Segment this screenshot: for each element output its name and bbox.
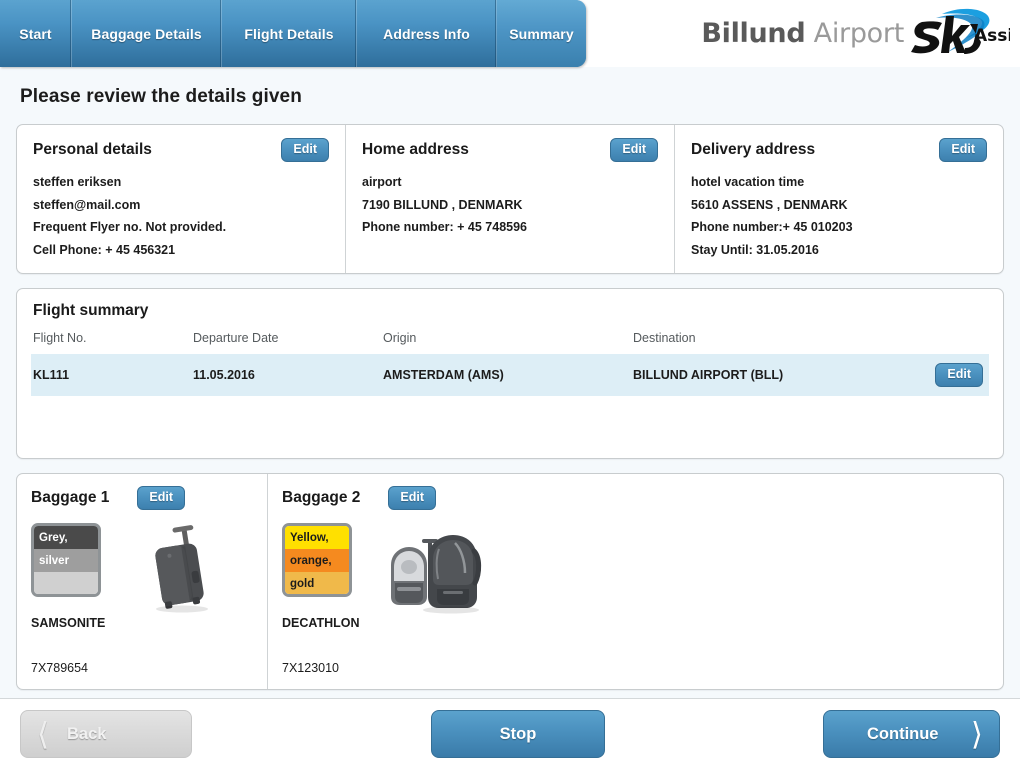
tab-summary-label: Summary — [509, 25, 574, 42]
edit-baggage-1-button[interactable]: Edit — [137, 486, 185, 511]
tab-start-label: Start — [19, 25, 52, 42]
flight-table-spacer — [31, 396, 989, 444]
baggage-1-image — [111, 523, 253, 615]
edit-home-address-button[interactable]: Edit — [610, 138, 658, 163]
baggage-2-color-swatch: Yellow, orange, gold — [282, 523, 352, 598]
summary-page: Start Baggage Details Flight Details Add… — [0, 0, 1020, 767]
brand-name-bold: Billund — [701, 18, 806, 49]
column-actions — [909, 331, 989, 354]
baggage-empty-area — [517, 474, 1003, 689]
chevron-left-icon: ⟨ — [37, 716, 50, 752]
baggage-1-header: Baggage 1 Edit — [31, 486, 253, 511]
chevron-right-icon: ⟩ — [970, 716, 983, 752]
stop-button-label: Stop — [499, 724, 537, 743]
details-card: Personal details Edit steffen eriksen st… — [16, 124, 1004, 275]
personal-details-header: Personal details Edit — [33, 138, 329, 163]
flight-summary-card: Flight summary Flight No. Departure Date… — [16, 288, 1004, 460]
color-band-3 — [34, 571, 98, 595]
tab-summary[interactable]: Summary — [497, 0, 586, 67]
tab-baggage-details-label: Baggage Details — [91, 25, 202, 42]
cell-flight-no: KL111 — [31, 354, 191, 397]
baggage-1-brand: SAMSONITE — [31, 616, 106, 631]
continue-button-label: Continue — [867, 724, 939, 743]
delivery-address-stay-until: Stay Until: 31.05.2016 — [691, 242, 819, 257]
baggage-card: Baggage 1 Edit Grey, silver SAMSONITE 7X… — [16, 473, 1004, 691]
backpack-icon — [390, 535, 481, 614]
color-band-1: Yellow, — [285, 526, 349, 550]
delivery-address-section: Delivery address Edit hotel vacation tim… — [674, 125, 1003, 274]
personal-cell-phone: Cell Phone: + 45 456321 — [33, 242, 176, 257]
delivery-address-place: hotel vacation time — [691, 175, 805, 190]
baggage-2-body: Yellow, orange, gold — [282, 523, 503, 619]
baggage-item-1: Baggage 1 Edit Grey, silver SAMSONITE 7X… — [17, 474, 267, 689]
wizard-footer: ⟨ Back Stop Continue ⟩ — [0, 698, 1020, 767]
cell-destination: BILLUND AIRPORT (BLL) — [631, 354, 909, 397]
home-address-header: Home address Edit — [362, 138, 658, 163]
tab-baggage-details[interactable]: Baggage Details — [72, 0, 222, 67]
table-row[interactable]: KL111 11.05.2016 AMSTERDAM (AMS) BILLUND… — [31, 354, 989, 397]
baggage-2-title: Baggage 2 — [282, 489, 361, 507]
flight-summary-table: Flight No. Departure Date Origin Destina… — [31, 331, 989, 397]
baggage-2-tag: 7X123010 — [282, 661, 340, 676]
tab-address-info-label: Address Info — [383, 25, 470, 42]
delivery-address-header: Delivery address Edit — [691, 138, 987, 163]
edit-delivery-address-button[interactable]: Edit — [939, 138, 987, 163]
personal-frequent-flyer: Frequent Flyer no. Not provided. — [33, 220, 227, 235]
wizard-tabbar: Start Baggage Details Flight Details Add… — [0, 0, 586, 67]
color-band-2: silver — [34, 549, 98, 572]
delivery-address-city: 5610 ASSENS , DENMARK — [691, 197, 848, 212]
back-button[interactable]: ⟨ Back — [20, 710, 192, 758]
delivery-address-title: Delivery address — [691, 141, 816, 159]
cell-actions: Edit — [909, 354, 989, 397]
baggage-2-header: Baggage 2 Edit — [282, 486, 503, 511]
stop-button[interactable]: Stop — [431, 710, 605, 758]
skyassist-assist-text: Assist — [974, 26, 1010, 46]
tab-address-info[interactable]: Address Info — [357, 0, 497, 67]
baggage-2-image — [362, 523, 503, 615]
column-destination: Destination — [633, 331, 696, 346]
personal-name: steffen eriksen — [33, 175, 122, 190]
baggage-2-brand: DECATHLON — [282, 616, 360, 631]
skyassist-logo-icon: Assist — [911, 8, 1010, 54]
baggage-1-title: Baggage 1 — [31, 489, 110, 507]
home-address-phone: Phone number: + 45 748596 — [362, 220, 528, 235]
home-address-section: Home address Edit airport 7190 BILLUND ,… — [345, 125, 674, 274]
color-band-2: orange, — [285, 549, 349, 572]
tab-flight-details-label: Flight Details — [244, 25, 334, 42]
flight-summary-title: Flight summary — [33, 302, 149, 320]
baggage-1-color-swatch: Grey, silver — [31, 523, 101, 598]
cell-departure-date: 11.05.2016 — [191, 354, 381, 397]
continue-button[interactable]: Continue ⟩ — [823, 710, 1000, 758]
suitcase-icon — [155, 525, 208, 613]
personal-email: steffen@mail.com — [33, 197, 141, 212]
baggage-item-2: Baggage 2 Edit Yellow, orange, gold DECA… — [267, 474, 517, 690]
column-flight-no: Flight No. — [33, 331, 87, 346]
page-content: Personal details Edit steffen eriksen st… — [0, 108, 1020, 691]
tab-flight-details[interactable]: Flight Details — [222, 0, 357, 67]
brand-logo-text: Billund Airport — [701, 18, 904, 49]
baggage-1-body: Grey, silver — [31, 523, 253, 619]
personal-details-title: Personal details — [33, 141, 152, 159]
column-departure-date: Departure Date — [193, 331, 279, 346]
personal-details-section: Personal details Edit steffen eriksen st… — [17, 125, 345, 273]
back-button-label: Back — [67, 724, 107, 743]
cell-origin: AMSTERDAM (AMS) — [381, 354, 631, 397]
edit-baggage-2-button[interactable]: Edit — [388, 486, 436, 511]
color-band-1: Grey, — [34, 526, 98, 550]
home-address-title: Home address — [362, 141, 469, 159]
column-origin: Origin — [383, 331, 417, 346]
app-header: Start Baggage Details Flight Details Add… — [0, 0, 1020, 67]
home-address-city: 7190 BILLUND , DENMARK — [362, 197, 523, 212]
delivery-address-phone: Phone number:+ 45 010203 — [691, 220, 853, 235]
table-header-row: Flight No. Departure Date Origin Destina… — [31, 331, 989, 354]
baggage-1-tag: 7X789654 — [31, 661, 89, 676]
home-address-street: airport — [362, 175, 402, 190]
page-title: Please review the details given — [20, 86, 302, 107]
edit-flight-button[interactable]: Edit — [935, 363, 983, 388]
edit-personal-details-button[interactable]: Edit — [281, 138, 329, 163]
brand-name-light: Airport — [813, 18, 905, 49]
color-band-3: gold — [285, 571, 349, 595]
tab-start[interactable]: Start — [0, 0, 72, 67]
brand-logo: Billund Airport Assist — [701, 6, 1010, 61]
